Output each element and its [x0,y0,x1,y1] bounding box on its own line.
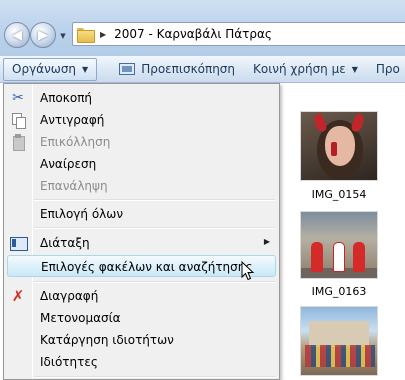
menu-item-label: Επανάληψη [40,179,108,193]
menu-item-label: Αναίρεση [40,157,97,171]
share-with-button[interactable]: Κοινή χρήση με ▼ [245,58,366,81]
chevron-down-icon: ▼ [82,64,89,74]
menu-item-rename[interactable]: Μετονομασία [7,307,276,329]
chevron-down-icon: ▼ [351,64,358,74]
more-label: Προ [375,62,400,76]
folder-icon [77,27,95,43]
recent-pages-dropdown-icon[interactable]: ▼ [58,32,68,42]
menu-item-redo[interactable]: Επανάληψη [7,175,276,197]
menu-separator [34,281,275,283]
preview-button[interactable]: Προεπισκόπηση [111,58,243,81]
menu-item-label: Κατάργηση ιδιοτήτων [40,333,174,347]
more-button[interactable]: Προ [368,58,405,81]
menu-item-undo[interactable]: Αναίρεση [7,153,276,175]
thumbnail-image[interactable] [300,306,378,376]
thumbnail-img-0163[interactable] [300,211,378,279]
menu-item-label: Αποκοπή [40,91,93,105]
delete-icon: ✗ [11,287,25,305]
menu-item-folder-options[interactable]: Επιλογές φακέλων και αναζήτησης [7,255,276,277]
menu-item-label: Διαγραφή [40,289,99,303]
menu-item-label: Αντιγραφή [40,113,105,127]
preview-label: Προεπισκόπηση [141,62,236,76]
forward-button[interactable]: ▶ [30,22,56,48]
thumbnail-img-0154[interactable] [300,111,378,181]
organize-label: Οργάνωση [12,62,77,76]
menu-separator [34,376,275,378]
menu-item-paste[interactable]: Επικόλληση [7,131,276,153]
organize-button[interactable]: Οργάνωση ▼ [3,57,98,81]
submenu-arrow-icon: ▶ [263,237,270,246]
menu-item-label: Επικόλληση [40,135,111,149]
scissors-icon: ✂ [12,90,24,106]
menu-item-label: Επιλογές φακέλων και αναζήτησης [41,260,253,274]
menu-separator [34,227,275,229]
paste-icon [10,134,26,151]
menu-item-delete[interactable]: ✗ Διαγραφή [7,285,276,307]
file-name[interactable]: IMG_0163 [299,285,379,298]
layout-icon [10,235,28,251]
organize-menu: ✂ Αποκοπή Αντιγραφή Επικόλληση Αναίρεση … [3,83,280,380]
menu-item-label: Μετονομασία [40,311,121,325]
menu-item-properties[interactable]: Ιδιότητες [7,351,276,373]
command-bar: Οργάνωση ▼ Προεπισκόπηση Κοινή χρήση με … [0,56,405,83]
menu-item-layout[interactable]: Διάταξη ▶ [7,232,276,254]
menu-separator [34,199,275,201]
menu-item-label: Επιλογή όλων [40,207,124,221]
menu-item-label: Διάταξη [40,236,90,250]
file-name[interactable]: IMG_0154 [299,188,379,201]
address-bar[interactable]: ▶ 2007 - Καρναβάλι Πάτρας [72,22,405,46]
back-arrow-icon: ◀ [12,27,22,43]
forward-arrow-icon: ▶ [38,27,48,43]
breadcrumb-chevron-icon[interactable]: ▶ [100,30,106,39]
breadcrumb-current-folder[interactable]: 2007 - Καρναβάλι Πάτρας [114,27,272,41]
share-with-label: Κοινή χρήση με [253,62,346,76]
menu-item-cut[interactable]: ✂ Αποκοπή [7,87,276,109]
copy-icon [10,112,26,129]
mouse-pointer-icon [241,261,255,281]
menu-item-remove-properties[interactable]: Κατάργηση ιδιοτήτων [7,329,276,351]
menu-item-copy[interactable]: Αντιγραφή [7,109,276,131]
menu-item-select-all[interactable]: Επιλογή όλων [7,203,276,225]
menu-item-label: Ιδιότητες [40,355,98,369]
title-bar: ◀ ▶ ▼ ▶ 2007 - Καρναβάλι Πάτρας [0,0,405,56]
back-button[interactable]: ◀ [4,22,30,48]
preview-icon [119,63,136,75]
